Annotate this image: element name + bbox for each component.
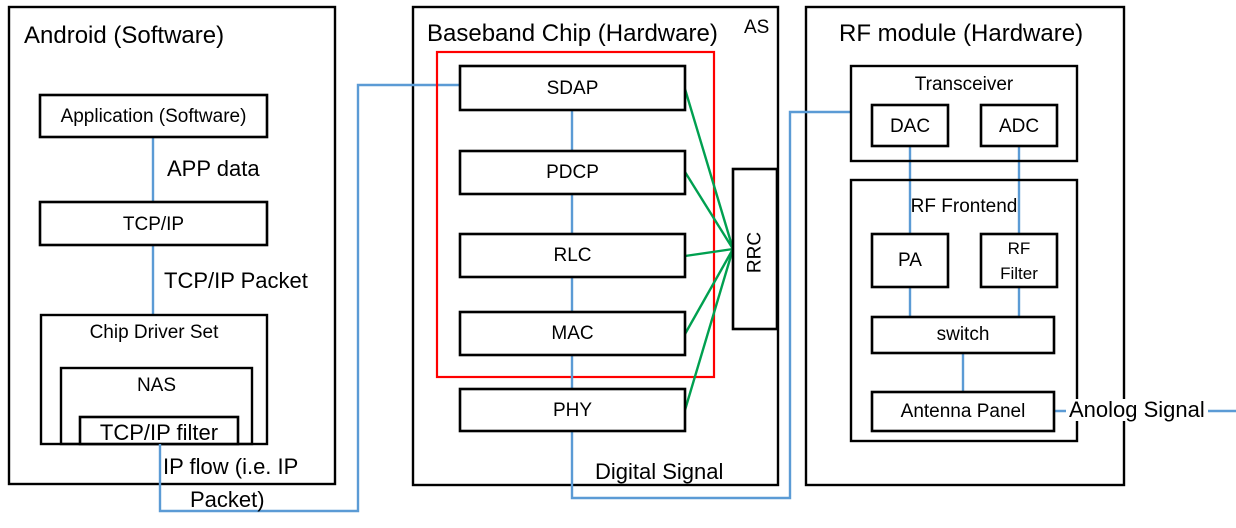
panel-title-baseband: Baseband Chip (Hardware) [427,20,718,47]
label-as: AS [744,17,770,38]
box-label-mac: MAC [551,323,594,344]
box-label-transceiver: Transceiver [914,74,1014,95]
box-label-sdap: SDAP [546,78,599,99]
flow-label-analog-signal: Anolog Signal [1066,399,1208,421]
panel-title-rf-module: RF module (Hardware) [839,20,1084,47]
panel-title-android: Android (Software) [24,22,225,49]
box-label-switch: switch [936,324,990,345]
box-label-application: Application (Software) [60,106,247,127]
box-label-tcpip-filter: TCP/IP filter [99,420,219,445]
box-label-rf-frontend: RF Frontend [910,196,1018,217]
diagram-canvas: Android (Software) Application (Software… [0,0,1236,528]
box-label-antenna-panel: Antenna Panel [900,401,1026,422]
box-label-rlc: RLC [553,245,592,266]
box-label-phy: PHY [552,400,593,421]
box-label-tcpip: TCP/IP [122,214,185,235]
box-label-adc: ADC [998,116,1040,137]
box-label-rf-filter-line2: Filter [1000,264,1038,283]
flow-label-ip-flow-2: Packet) [190,487,265,512]
flow-label-digital-signal: Digital Signal [595,459,724,484]
box-label-pa: PA [898,250,922,271]
flow-label-ip-flow-1: IP flow (i.e. IP [163,454,299,479]
box-label-rf-filter-line1: RF [1007,239,1031,258]
box-label-dac: DAC [889,116,931,137]
flow-label-app-data: APP data [167,156,260,181]
flow-label-tcpip-packet: TCP/IP Packet [164,268,308,293]
box-label-rrc: RRC [744,231,766,274]
box-label-pdcp: PDCP [546,162,599,183]
box-label-nas: NAS [136,375,177,396]
box-label-chip-driver-set: Chip Driver Set [89,322,219,343]
